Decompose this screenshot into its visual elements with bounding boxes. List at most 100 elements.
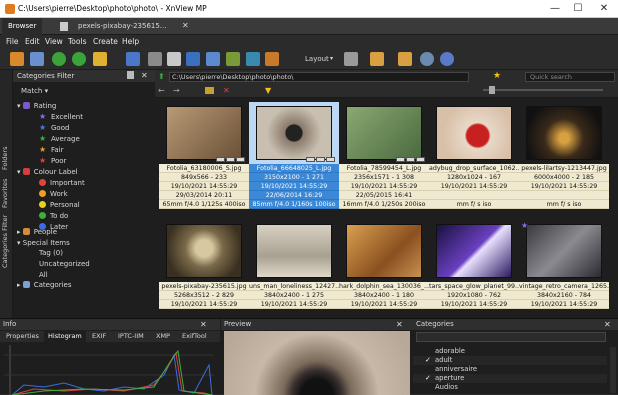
close-preview-icon[interactable]: ✕ bbox=[396, 320, 403, 329]
path-input[interactable]: C:\Users\pierre\Desktop\photo\photo\ bbox=[169, 72, 469, 82]
back-arrow-icon[interactable]: ← bbox=[158, 86, 165, 95]
match-dropdown[interactable]: Match ▾ bbox=[21, 86, 48, 96]
folder-icon[interactable] bbox=[10, 52, 24, 66]
filter-icon[interactable] bbox=[398, 52, 412, 66]
slideshow-icon[interactable] bbox=[226, 52, 240, 66]
category-item[interactable]: ✓ aperture bbox=[413, 374, 607, 383]
slider-handle[interactable] bbox=[489, 86, 495, 94]
category-item[interactable]: adorable bbox=[413, 347, 607, 356]
colour-work[interactable]: Work bbox=[39, 189, 68, 199]
thumbnail-item[interactable]: Fotolia_78599454_L.jpg 2356x1571 - 1 308… bbox=[339, 102, 429, 209]
menu-create[interactable]: Create bbox=[93, 37, 118, 46]
rating-fair[interactable]: ★ Fair bbox=[39, 145, 64, 155]
menu-tools[interactable]: Tools bbox=[68, 37, 86, 46]
menu-help[interactable]: Help bbox=[122, 37, 139, 46]
colour-label-group[interactable]: ▾ Colour Label bbox=[17, 167, 78, 177]
rating-excellent[interactable]: ★ Excellent bbox=[39, 112, 83, 122]
tab-iptc[interactable]: IPTC-IIM bbox=[114, 331, 148, 342]
thumbnail-item[interactable]: tars_space_glow_planet_99... 1920x1080 -… bbox=[429, 220, 519, 309]
thumbnail-date-taken: 29/03/2014 20:11 bbox=[159, 191, 249, 200]
rating-group[interactable]: ▾ Rating bbox=[17, 101, 56, 111]
thumbnail-name: hark_dolphin_sea_130036_... bbox=[339, 282, 429, 291]
special-tag[interactable]: Tag (0) bbox=[39, 248, 63, 258]
layout-button[interactable]: Layout bbox=[305, 55, 329, 63]
special-uncategorized[interactable]: Uncategorized bbox=[39, 259, 90, 269]
thumbnail-item[interactable]: uns_man_loneliness_12427... 3840x2400 - … bbox=[249, 220, 339, 309]
category-item[interactable]: Audios bbox=[413, 383, 607, 392]
binoculars-icon[interactable] bbox=[167, 52, 181, 66]
view-mode-icon[interactable] bbox=[344, 52, 358, 66]
thumbnail-image bbox=[436, 106, 512, 160]
thumbnail-item[interactable]: Fotolia_63180006_S.jpg 849x566 - 233 19/… bbox=[159, 102, 249, 209]
category-item[interactable]: anniversaire bbox=[413, 365, 607, 374]
new-folder-icon[interactable] bbox=[205, 87, 214, 94]
thumbnail-name: pexels-pixabay-235615.jpg bbox=[159, 282, 249, 291]
monitor-icon[interactable] bbox=[206, 52, 220, 66]
categories-group[interactable]: ▸ Categories bbox=[17, 280, 71, 290]
side-tab-favorites[interactable]: Favorites bbox=[1, 179, 9, 208]
colour-important[interactable]: Important bbox=[39, 178, 85, 188]
thumbnail-item[interactable]: pexels-lilartsy-1213447.jpg 6000x4000 - … bbox=[519, 102, 609, 209]
maximize-button[interactable]: ☐ bbox=[571, 2, 585, 16]
tab-browser[interactable]: Browser bbox=[2, 18, 43, 35]
chevron-down-icon[interactable]: ▾ bbox=[330, 55, 333, 62]
filter-pane-title: Categories Filter bbox=[17, 72, 75, 80]
rating-average[interactable]: ★ Average bbox=[39, 134, 80, 144]
thumbnail-size-slider[interactable] bbox=[483, 89, 603, 91]
colour-todo[interactable]: To do bbox=[39, 211, 68, 221]
special-items-group[interactable]: ▾ Special Items bbox=[17, 238, 70, 248]
menu-edit[interactable]: Edit bbox=[25, 37, 40, 46]
gallery-icon[interactable] bbox=[265, 52, 279, 66]
refresh-icon[interactable] bbox=[52, 52, 66, 66]
rating-good[interactable]: ★ Good bbox=[39, 123, 69, 133]
save-icon[interactable] bbox=[126, 52, 140, 66]
close-info-icon[interactable]: ✕ bbox=[200, 320, 207, 329]
thumbnail-item-selected[interactable]: Fotolia_66648025_L.jpg 3150x2100 - 1 271… bbox=[249, 102, 339, 209]
close-tab-icon[interactable]: ✕ bbox=[182, 21, 189, 30]
delete-icon[interactable]: ✕ bbox=[223, 86, 230, 95]
help-icon[interactable] bbox=[440, 52, 454, 66]
forward-arrow-icon[interactable]: → bbox=[173, 86, 180, 95]
quick-search-input[interactable]: Quick search bbox=[525, 72, 615, 82]
settings-icon[interactable] bbox=[420, 52, 434, 66]
filter-funnel-icon[interactable]: ▼ bbox=[265, 86, 271, 95]
pin-icon[interactable] bbox=[127, 71, 134, 79]
side-tab-categories-filter[interactable]: Categories Filter bbox=[1, 215, 9, 268]
thumbnail-image bbox=[256, 106, 332, 160]
thumbnail-item[interactable]: ★ vintage_retro_camera_1265... 3840x2160… bbox=[519, 220, 609, 309]
tab-image[interactable]: pexels-pixabay-235615... bbox=[72, 18, 172, 35]
people-group[interactable]: ▸ People bbox=[17, 227, 57, 237]
thumbnail-item[interactable]: pexels-pixabay-235615.jpg 5268x3512 - 2 … bbox=[159, 220, 249, 309]
tab-properties[interactable]: Properties bbox=[2, 331, 43, 342]
special-all[interactable]: All bbox=[39, 270, 48, 280]
open-folder-icon[interactable] bbox=[93, 52, 107, 66]
category-search-input[interactable] bbox=[416, 332, 606, 342]
tab-exif[interactable]: EXIF bbox=[88, 331, 110, 342]
thumbnail-frame bbox=[159, 220, 249, 282]
tab-histogram[interactable]: Histogram bbox=[44, 331, 86, 342]
edit-icon[interactable] bbox=[246, 52, 260, 66]
close-button[interactable]: ✕ bbox=[597, 2, 611, 16]
close-categories-icon[interactable]: ✕ bbox=[604, 320, 611, 329]
image-grid-icon[interactable] bbox=[30, 52, 44, 66]
tab-xmp[interactable]: XMP bbox=[152, 331, 174, 342]
thumbnail-item[interactable]: hark_dolphin_sea_130036_... 3840x2400 - … bbox=[339, 220, 429, 309]
tab-exiftool[interactable]: ExifTool bbox=[178, 331, 211, 342]
menu-file[interactable]: File bbox=[6, 37, 19, 46]
menu-view[interactable]: View bbox=[45, 37, 63, 46]
favorite-star-icon[interactable]: ★ bbox=[493, 71, 501, 81]
up-arrow-icon[interactable]: ⬆ bbox=[158, 72, 165, 81]
category-item[interactable]: ✓ adult bbox=[413, 356, 607, 365]
thumbnail-name: Fotolia_63180006_S.jpg bbox=[159, 164, 249, 173]
rating-poor[interactable]: ★ Poor bbox=[39, 156, 66, 166]
sort-icon[interactable] bbox=[370, 52, 384, 66]
colour-personal[interactable]: Personal bbox=[39, 200, 80, 210]
convert-icon[interactable] bbox=[186, 52, 200, 66]
sync-icon[interactable] bbox=[72, 52, 86, 66]
minimize-button[interactable]: — bbox=[548, 2, 562, 16]
side-tab-folders[interactable]: Folders bbox=[1, 147, 9, 170]
close-pane-icon[interactable]: ✕ bbox=[141, 71, 148, 80]
thumbnail-item[interactable]: adybug_drop_surface_1062... 1280x1024 - … bbox=[429, 102, 519, 209]
category-scrollbar[interactable] bbox=[610, 347, 616, 393]
print-icon[interactable] bbox=[148, 52, 162, 66]
